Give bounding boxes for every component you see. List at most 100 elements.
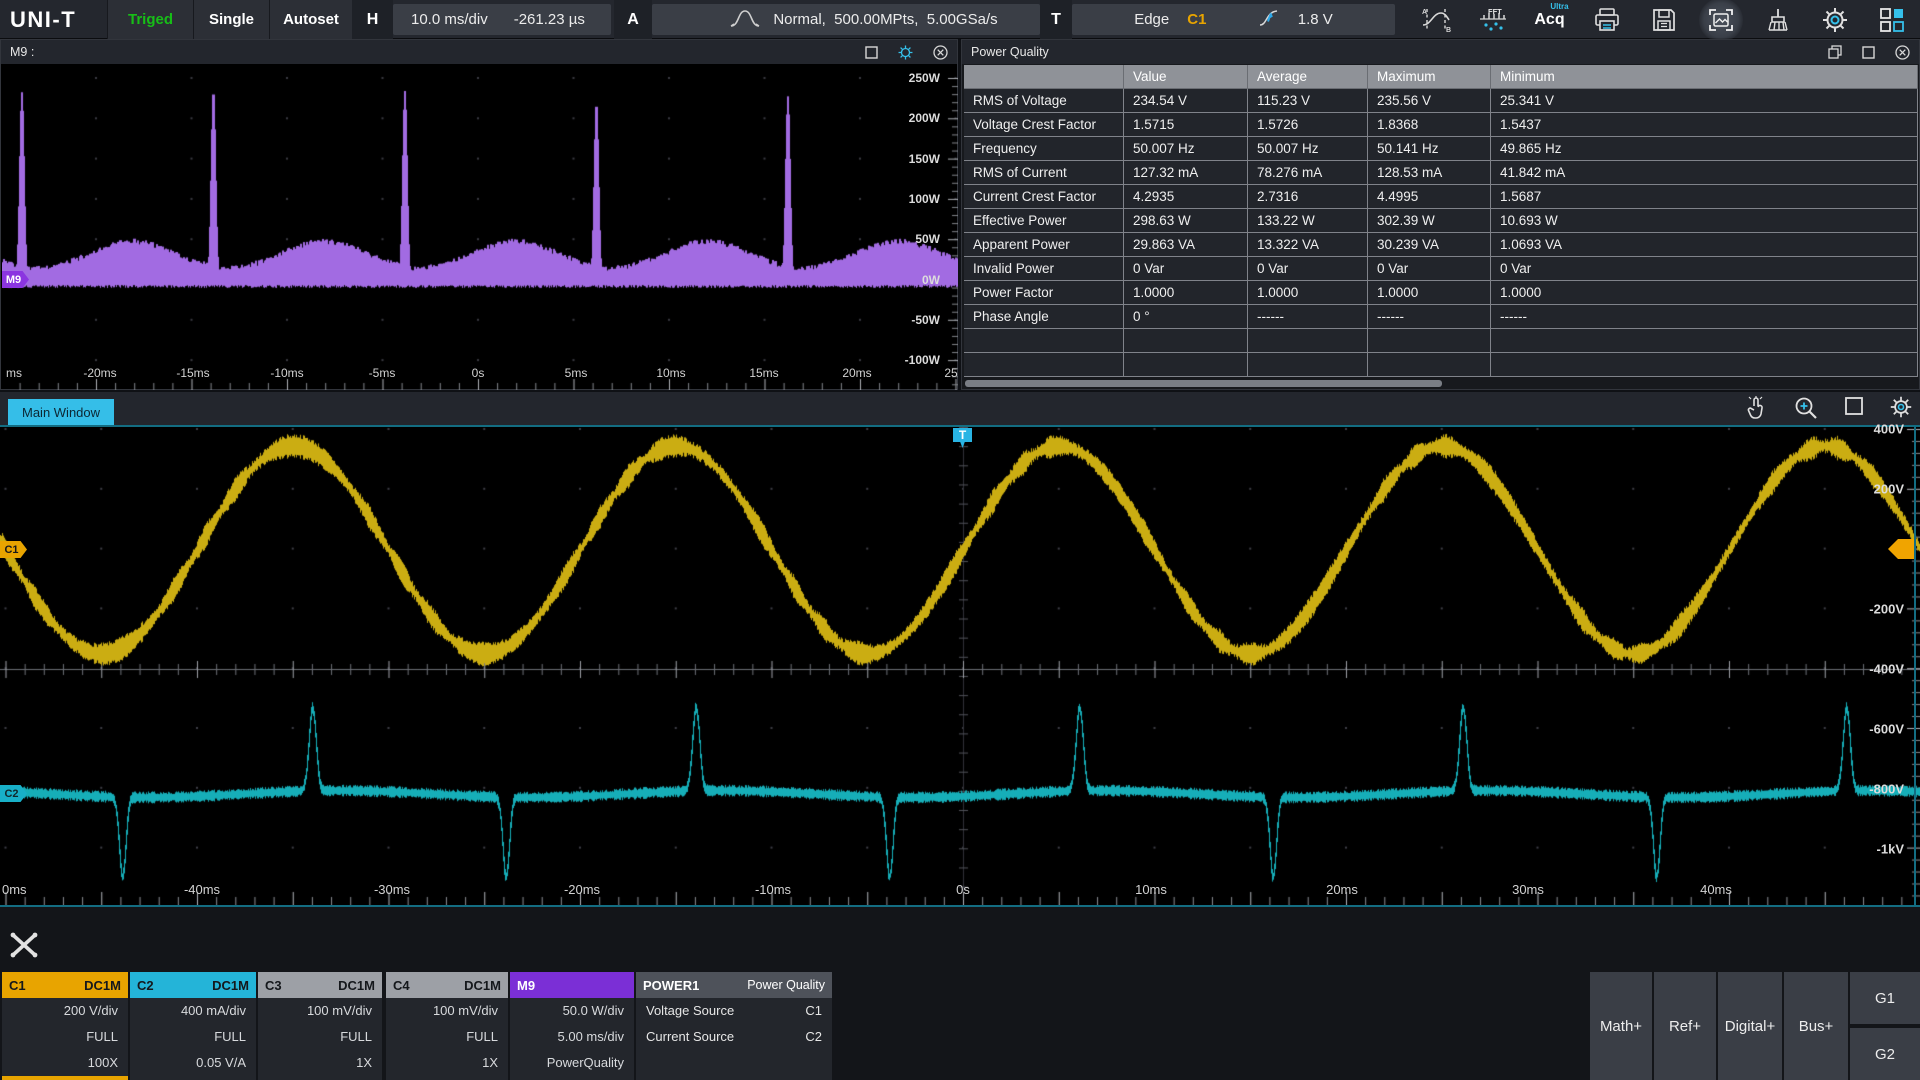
channel-block-m9[interactable]: M950.0 W/div5.00 ms/divPowerQuality: [510, 972, 634, 1080]
trigger-status-button[interactable]: Triged: [107, 0, 193, 39]
channel-setting: FULL: [2, 1024, 128, 1050]
pq-cell: 235.56 V: [1368, 89, 1491, 113]
button-math[interactable]: Math+: [1590, 972, 1652, 1080]
button-bus[interactable]: Bus+: [1784, 972, 1848, 1080]
channel-block-c3[interactable]: C3DC1M100 mV/divFULL1X: [258, 972, 382, 1080]
channel-coupling: DC1M: [338, 978, 375, 993]
pq-close-icon[interactable]: [1895, 45, 1910, 60]
touch-drag-icon[interactable]: [1746, 396, 1768, 420]
channel-block-power1[interactable]: POWER1Power QualityVoltage SourceC1Curre…: [636, 972, 832, 1080]
m9-x-label: -5ms: [369, 367, 396, 379]
acquire-settings-field[interactable]: Normal, 500.00MPts, 5.00GSa/s: [652, 4, 1040, 35]
main-waveform-canvas[interactable]: [0, 427, 1920, 905]
button-g1[interactable]: G1: [1850, 972, 1920, 1024]
m9-y-label: 250W: [909, 72, 940, 84]
trigger-settings-field[interactable]: Edge C1 1.8 V: [1072, 4, 1395, 35]
screenshot-icon[interactable]: [1692, 0, 1749, 39]
pq-panel-header: Power Quality: [962, 40, 1919, 64]
m9-y-label: 200W: [909, 112, 940, 124]
cursor-measure-icon[interactable]: AB: [1407, 0, 1464, 39]
pq-cell: 1.5687: [1491, 185, 1918, 209]
channel-setting: FULL: [130, 1024, 256, 1050]
ultra-acquire-icon[interactable]: AcqUltra: [1521, 0, 1578, 39]
fft-analysis-icon[interactable]: FFT: [1464, 0, 1521, 39]
pq-cell: 1.5715: [1124, 113, 1248, 137]
pq-column-header: Average: [1248, 65, 1368, 89]
pq-cell: 41.842 mA: [1491, 161, 1918, 185]
pq-horizontal-scrollbar[interactable]: [965, 380, 1442, 387]
pq-copy-icon[interactable]: [1828, 45, 1842, 59]
pq-cell: [1124, 353, 1248, 377]
m9-y-label: 100W: [909, 193, 940, 205]
m9-x-label: ms: [6, 367, 22, 379]
channel-setting: PowerQuality: [510, 1050, 634, 1076]
single-button[interactable]: Single: [193, 0, 269, 39]
channel-block-c4[interactable]: C4DC1M100 mV/divFULL1X: [386, 972, 508, 1080]
right-scroll-strip[interactable]: [1914, 427, 1916, 905]
pq-cell: [1124, 329, 1248, 353]
pq-cell: 0 Var: [1248, 257, 1368, 281]
m9-y-label: 0W: [922, 274, 940, 286]
pq-cell: 0 °: [1124, 305, 1248, 329]
pq-cell: [1368, 353, 1491, 377]
m9-waveform-canvas[interactable]: [2, 64, 958, 390]
fft-text: FFT: [1488, 7, 1502, 16]
acquire-badge: A: [614, 0, 652, 39]
pq-row-label: [964, 329, 1124, 353]
channel-header: C1DC1M: [2, 972, 128, 998]
save-icon[interactable]: [1635, 0, 1692, 39]
toolbar-icon-group: AB FFT AcqUltra: [1407, 0, 1920, 39]
pq-cell: 50.007 Hz: [1124, 137, 1248, 161]
crossed-tools-icon[interactable]: [8, 930, 40, 965]
window-settings-icon[interactable]: [1890, 396, 1912, 418]
svg-text:A: A: [1422, 9, 1427, 16]
pq-cell: 0 Var: [1368, 257, 1491, 281]
channel-block-c2[interactable]: C2DC1M400 mA/divFULL0.05 V/A: [130, 972, 256, 1080]
m9-settings-icon[interactable]: [898, 45, 913, 60]
tab-main-window[interactable]: Main Window: [8, 399, 114, 425]
power1-setting-value: C1: [805, 998, 822, 1024]
trigger-level-value: 1.8 V: [1298, 11, 1333, 28]
settings-gear-icon[interactable]: [1806, 0, 1863, 39]
m9-close-icon[interactable]: [933, 45, 948, 60]
m9-panel-title: M9 :: [10, 45, 34, 59]
maximize-window-icon[interactable]: [1844, 396, 1864, 416]
pq-cell: 1.5726: [1248, 113, 1368, 137]
pq-cell: 4.2935: [1124, 185, 1248, 209]
autoset-button[interactable]: Autoset: [269, 0, 352, 39]
pq-row-label: Frequency: [964, 137, 1124, 161]
button-g2[interactable]: G2: [1850, 1028, 1920, 1080]
m9-x-label: 0s: [472, 367, 485, 379]
pq-cell: ------: [1491, 305, 1918, 329]
button-ref[interactable]: Ref+: [1654, 972, 1716, 1080]
button-digital[interactable]: Digital+: [1718, 972, 1782, 1080]
channel-id: C4: [393, 978, 410, 993]
zoom-in-icon[interactable]: [1794, 396, 1818, 420]
pq-cell: 50.007 Hz: [1248, 137, 1368, 161]
channel-header: C4DC1M: [386, 972, 508, 998]
channel-setting: 400 mA/div: [130, 998, 256, 1024]
pq-maximize-icon[interactable]: [1862, 46, 1875, 59]
m9-plot-area[interactable]: 250W200W150W100W50W0W-50W-100W ms-20ms-1…: [2, 64, 956, 388]
channel-setting: 5.00 ms/div: [510, 1024, 634, 1050]
trigger-type-value: Edge: [1134, 11, 1169, 28]
main-x-label: 0ms: [2, 883, 27, 896]
svg-text:B: B: [1446, 27, 1451, 33]
horizontal-settings-field[interactable]: 10.0 ms/div -261.23 µs: [393, 4, 611, 35]
window-layout-icon[interactable]: [1863, 0, 1920, 39]
m9-maximize-icon[interactable]: [865, 46, 878, 59]
trigger-level-arrow[interactable]: [1888, 538, 1914, 565]
pq-row-label: Phase Angle: [964, 305, 1124, 329]
main-waveform-window[interactable]: T 400V200V-200V-400V-600V-800V-1kV 0ms-4…: [0, 425, 1920, 907]
m9-math-panel: M9 : 250W200W150W100W50W0W-50W-100W ms-2…: [0, 39, 958, 390]
pq-column-header: Maximum: [1368, 65, 1491, 89]
acq-text: Acq: [1534, 11, 1564, 28]
main-x-label: 30ms: [1512, 883, 1544, 896]
print-icon[interactable]: [1578, 0, 1635, 39]
power1-setting-label: Voltage Source: [646, 998, 734, 1024]
clear-display-icon[interactable]: [1749, 0, 1806, 39]
channel-block-c1[interactable]: C1DC1M200 V/divFULL100X: [2, 972, 128, 1080]
pq-cell: 133.22 W: [1248, 209, 1368, 233]
pq-row-label: Power Factor: [964, 281, 1124, 305]
trigger-source-value: C1: [1187, 11, 1206, 28]
